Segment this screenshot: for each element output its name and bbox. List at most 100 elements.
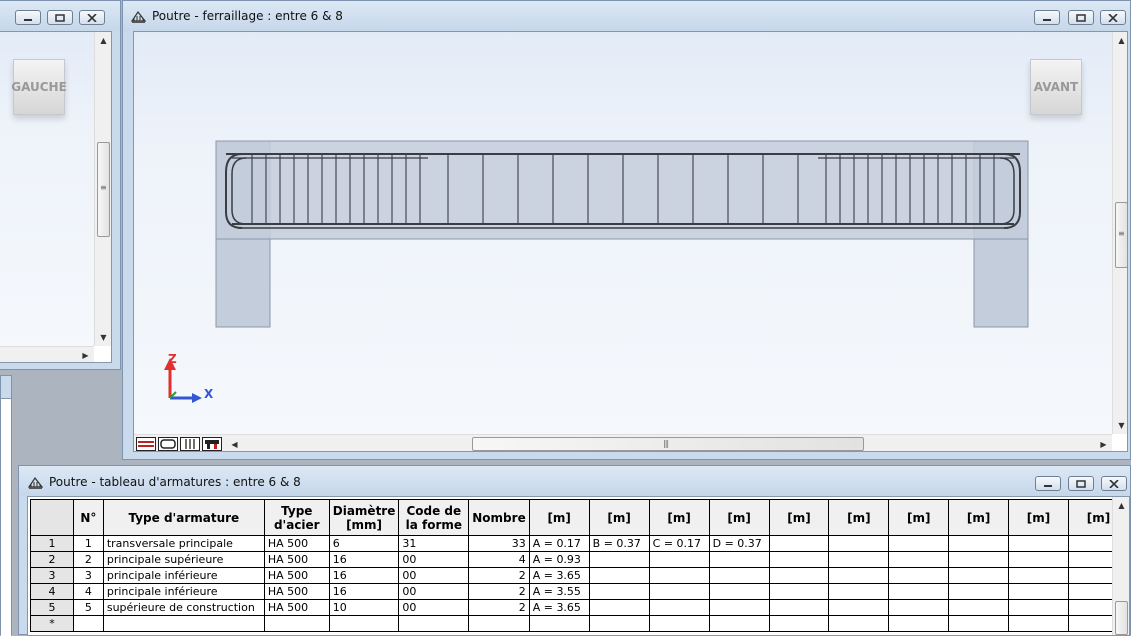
main-vertical-scrollbar[interactable]: ▲ ≡ ▼: [1112, 32, 1127, 434]
cell-dimension[interactable]: [588, 567, 650, 584]
close-button[interactable]: [1100, 10, 1126, 25]
scroll-left-arrow-icon[interactable]: ◀: [226, 436, 243, 451]
cell-dimension[interactable]: [888, 535, 950, 552]
minimize-button[interactable]: [1035, 476, 1061, 491]
left-vertical-scrollbar[interactable]: ▲ ≡ ▼: [94, 32, 111, 346]
maximize-button[interactable]: [47, 10, 73, 25]
cell-dimension[interactable]: [1008, 583, 1069, 600]
cell-dimension[interactable]: [1008, 535, 1069, 552]
cell-dimension[interactable]: [1008, 599, 1069, 616]
cell-dimension[interactable]: [708, 583, 770, 600]
cell-rebar-type[interactable]: principale inférieure: [102, 567, 265, 584]
scroll-up-arrow-icon[interactable]: ▲: [1113, 32, 1127, 49]
cell-diameter[interactable]: 16: [328, 567, 400, 584]
cell-dimension[interactable]: [768, 567, 830, 584]
cell-rebar-type[interactable]: principale supérieure: [102, 551, 265, 568]
cell-number[interactable]: 5: [72, 599, 104, 616]
close-button[interactable]: [1101, 476, 1127, 491]
cell-dimension[interactable]: [828, 551, 890, 568]
cell-shape-code[interactable]: 00: [398, 567, 470, 584]
cell-dimension[interactable]: [948, 551, 1010, 568]
empty-cell[interactable]: [72, 615, 104, 632]
cell-dimension[interactable]: [708, 551, 770, 568]
cell-shape-code[interactable]: 00: [398, 599, 470, 616]
cell-count[interactable]: 2: [468, 583, 530, 600]
cell-dimension[interactable]: [708, 567, 770, 584]
new-row[interactable]: *: [30, 615, 1129, 632]
cell-rebar-type[interactable]: transversale principale: [102, 535, 265, 552]
gauche-button[interactable]: GAUCHE: [11, 59, 67, 115]
maximize-button[interactable]: [1068, 476, 1094, 491]
cell-dimension[interactable]: D = 0.37: [708, 535, 770, 552]
cell-dimension[interactable]: [588, 599, 650, 616]
cell-count[interactable]: 2: [468, 567, 530, 584]
cell-dimension[interactable]: [588, 551, 650, 568]
empty-cell[interactable]: [708, 615, 770, 632]
cell-dimension[interactable]: [888, 551, 950, 568]
new-row-marker[interactable]: *: [30, 615, 74, 632]
cell-dimension[interactable]: [648, 583, 710, 600]
cell-dimension[interactable]: C = 0.17: [648, 535, 710, 552]
maximize-button[interactable]: [1068, 10, 1094, 25]
cell-dimension[interactable]: [888, 599, 950, 616]
cell-dimension[interactable]: A = 3.65: [528, 567, 590, 584]
cell-number[interactable]: 3: [72, 567, 104, 584]
cell-rebar-type[interactable]: supérieure de construction: [102, 599, 265, 616]
column-header[interactable]: [m]: [888, 499, 950, 536]
row-header[interactable]: 3: [30, 567, 74, 584]
empty-cell[interactable]: [828, 615, 890, 632]
empty-cell[interactable]: [588, 615, 650, 632]
cell-dimension[interactable]: A = 0.93: [528, 551, 590, 568]
cell-dimension[interactable]: [1008, 551, 1069, 568]
empty-cell[interactable]: [468, 615, 530, 632]
cell-diameter[interactable]: 16: [328, 583, 400, 600]
scroll-thumb[interactable]: [1115, 601, 1128, 635]
cell-count[interactable]: 33: [468, 535, 530, 552]
cell-diameter[interactable]: 6: [328, 535, 400, 552]
view-tool-4[interactable]: [202, 437, 222, 451]
scroll-thumb[interactable]: ≡: [97, 142, 110, 237]
row-header[interactable]: 4: [30, 583, 74, 600]
column-header[interactable]: Type d'armature: [102, 499, 265, 536]
empty-cell[interactable]: [1008, 615, 1069, 632]
empty-cell[interactable]: [528, 615, 590, 632]
empty-cell[interactable]: [768, 615, 830, 632]
row-header[interactable]: 1: [30, 535, 74, 552]
column-header[interactable]: [m]: [768, 499, 830, 536]
cell-steel-type[interactable]: HA 500: [263, 551, 330, 568]
scroll-right-arrow-icon[interactable]: ▶: [1095, 436, 1112, 451]
cell-number[interactable]: 2: [72, 551, 104, 568]
column-header[interactable]: [m]: [948, 499, 1010, 536]
column-header[interactable]: [m]: [528, 499, 590, 536]
cell-dimension[interactable]: [708, 599, 770, 616]
column-header[interactable]: [m]: [1008, 499, 1069, 536]
horizontal-scroll-thumb[interactable]: |||: [472, 437, 864, 451]
empty-cell[interactable]: [648, 615, 710, 632]
left-horizontal-scrollbar[interactable]: ▶: [0, 346, 94, 362]
cell-dimension[interactable]: [948, 583, 1010, 600]
view-tool-3[interactable]: [180, 437, 200, 451]
table-row[interactable]: 2 2 principale supérieure HA 500 16 00 4…: [30, 551, 1129, 568]
cell-diameter[interactable]: 16: [328, 551, 400, 568]
cell-count[interactable]: 2: [468, 599, 530, 616]
cell-dimension[interactable]: [648, 599, 710, 616]
scroll-down-arrow-icon[interactable]: ▼: [1113, 417, 1127, 434]
empty-cell[interactable]: [102, 615, 265, 632]
cell-dimension[interactable]: [888, 583, 950, 600]
main-horizontal-scrollbar[interactable]: ◀ ||| ▶: [134, 434, 1112, 451]
empty-cell[interactable]: [948, 615, 1010, 632]
column-header[interactable]: [m]: [588, 499, 650, 536]
cell-dimension[interactable]: [828, 567, 890, 584]
cell-number[interactable]: 1: [72, 535, 104, 552]
scroll-thumb[interactable]: ≡: [1115, 202, 1127, 268]
cell-number[interactable]: 4: [72, 583, 104, 600]
table-row[interactable]: 5 5 supérieure de construction HA 500 10…: [30, 599, 1129, 616]
cell-dimension[interactable]: [948, 567, 1010, 584]
cell-shape-code[interactable]: 31: [398, 535, 470, 552]
table-row[interactable]: 4 4 principale inférieure HA 500 16 00 2…: [30, 583, 1129, 600]
empty-cell[interactable]: [328, 615, 400, 632]
table-vertical-scrollbar[interactable]: ▲: [1112, 497, 1129, 635]
cell-dimension[interactable]: [648, 551, 710, 568]
table-row[interactable]: 1 1 transversale principale HA 500 6 31 …: [30, 535, 1129, 552]
column-header[interactable]: Code de la forme: [398, 499, 470, 536]
